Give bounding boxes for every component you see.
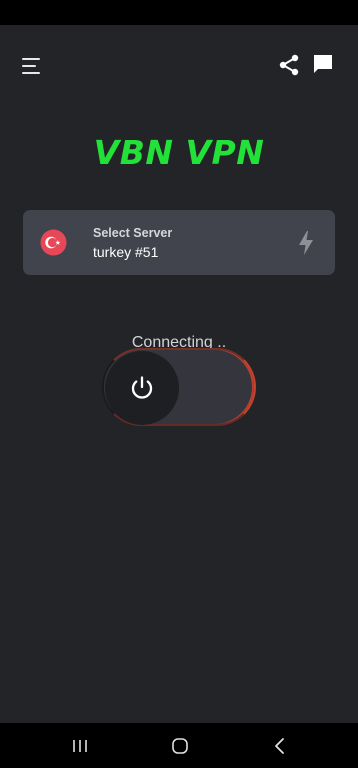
server-name: turkey #51 — [93, 244, 159, 260]
select-server-label: Select Server — [93, 226, 173, 240]
home-icon[interactable] — [171, 737, 189, 755]
power-icon — [131, 376, 153, 399]
system-navigation-bar — [0, 723, 358, 768]
back-icon[interactable] — [272, 737, 288, 755]
hamburger-menu-icon[interactable] — [22, 57, 42, 75]
select-server-card[interactable]: Select Server turkey #51 — [23, 210, 335, 275]
status-bar — [0, 0, 358, 25]
app-title: VBN VPN — [93, 133, 265, 172]
share-icon[interactable] — [277, 53, 301, 77]
recent-apps-icon[interactable] — [71, 738, 89, 754]
phone-screen: VBN VPN Select Server turkey #51 Connect… — [0, 0, 358, 768]
chat-bubble-icon[interactable] — [312, 53, 334, 75]
turkey-flag-icon — [40, 229, 67, 256]
lightning-bolt-icon — [299, 231, 313, 255]
